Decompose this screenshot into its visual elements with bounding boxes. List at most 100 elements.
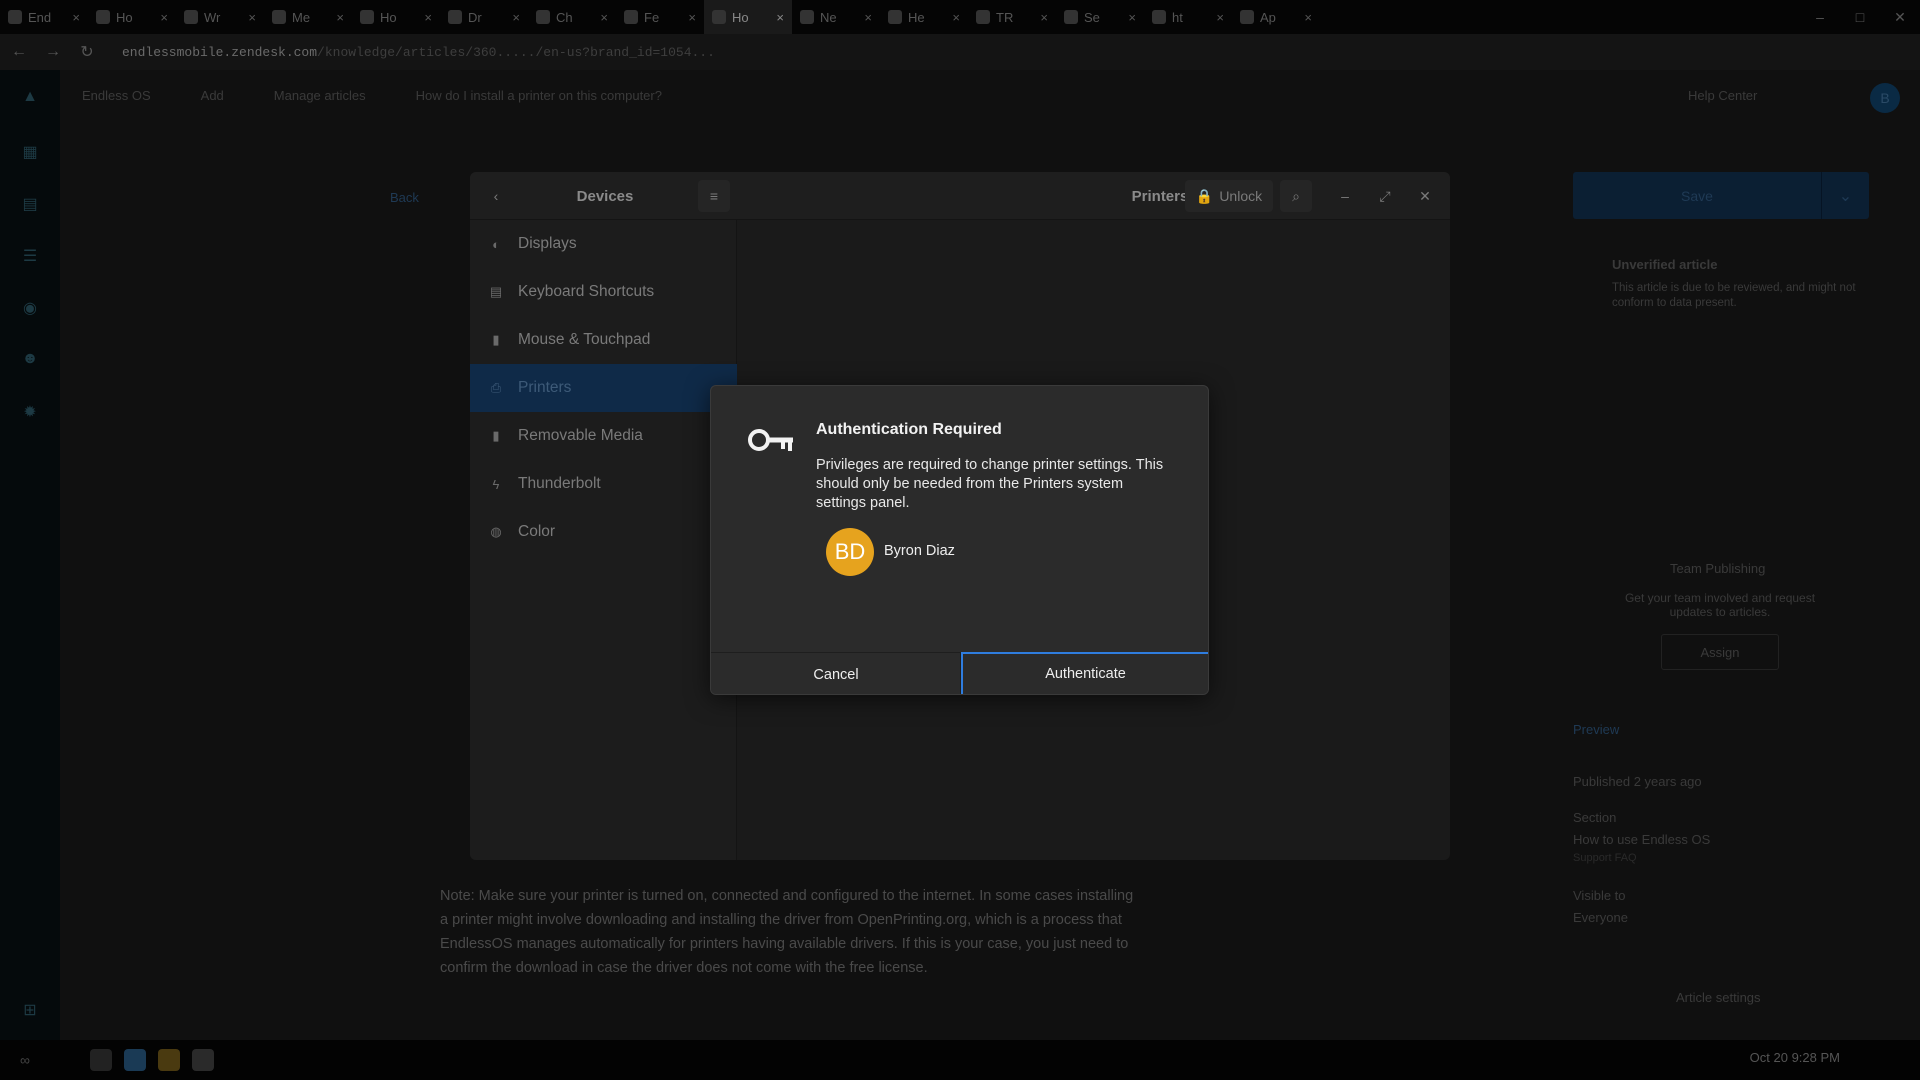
tab-close-icon[interactable]: × [688,10,696,25]
authentication-dialog: Authentication Required Privileges are r… [710,385,1209,695]
breadcrumb-item[interactable]: Endless OS [82,88,151,103]
browser-tab[interactable]: Ch × [528,0,616,34]
list-icon[interactable]: ☰ [20,246,40,266]
browser-tab[interactable]: Wr × [176,0,264,34]
article-note: Note: Make sure your printer is turned o… [440,888,1134,976]
browser-tab[interactable]: Fe × [616,0,704,34]
authenticate-button[interactable]: Authenticate [961,652,1208,694]
app-icon-files[interactable] [158,1049,180,1071]
sidebar-item[interactable]: ϟ Thunderbolt [470,460,737,508]
app-icon-gear[interactable] [192,1049,214,1071]
minimize-icon[interactable]: – [1330,180,1360,212]
tab-favicon-icon [1152,10,1166,24]
tab-close-icon[interactable]: × [72,10,80,25]
avatar[interactable]: B [1870,83,1900,113]
forward-arrow-icon[interactable]: → [38,37,68,67]
tab-close-icon[interactable]: × [1216,10,1224,25]
help-center-link[interactable]: Help Center [1688,88,1757,103]
dashboard-icon[interactable]: ▦ [20,142,40,162]
browser-tab[interactable]: Ho × [88,0,176,34]
search-icon[interactable]: ⌕ [1280,180,1312,212]
visible-value[interactable]: Everyone [1573,910,1628,925]
tab-favicon-icon [1240,10,1254,24]
tab-label: Ho [116,9,133,25]
tab-close-icon[interactable]: × [952,10,960,25]
tab-close-icon[interactable]: × [248,10,256,25]
browser-tab[interactable]: ht × [1144,0,1232,34]
address-bar: ← → ↻ endlessmobile.zendesk.com/knowledg… [0,34,1920,70]
back-arrow-icon[interactable]: ← [4,37,34,67]
tab-label: Me [292,9,311,25]
tab-favicon-icon [976,10,990,24]
browser-tab[interactable]: Ne × [792,0,880,34]
panel-title: Devices [576,187,634,205]
sidebar-item[interactable]: ▤ Keyboard Shortcuts [470,268,737,316]
browser-tab[interactable]: Me × [264,0,352,34]
breadcrumb-item[interactable]: Manage articles [274,88,366,103]
usb-icon: ▮ [492,428,500,443]
minimize-window-button[interactable]: – [1800,0,1840,34]
url-field[interactable]: endlessmobile.zendesk.com/knowledge/arti… [122,45,715,60]
tab-label: Dr [468,9,482,25]
sidebar-item[interactable]: ▮ Mouse & Touchpad [470,316,737,364]
browser-tab-bar: End × Ho × Wr × Me × Ho × Dr × Ch × Fe × Ho × Ne × He × TR × Se ×… [0,0,1920,34]
article-settings-link[interactable]: Article settings [1676,990,1761,1005]
key-icon [748,429,793,451]
sidebar-item[interactable]: ◍ Color [470,508,737,556]
tab-close-icon[interactable]: × [776,10,784,25]
browser-tab[interactable]: Se × [1056,0,1144,34]
breadcrumb-item[interactable]: Add [201,88,224,103]
tab-close-icon[interactable]: × [1128,10,1136,25]
assign-button[interactable]: Assign [1661,634,1779,670]
book-icon[interactable]: ▤ [20,194,40,214]
tab-favicon-icon [712,10,726,24]
sidebar-item[interactable]: ◐ Displays [470,220,737,268]
keyboard-icon: ▤ [489,284,503,299]
tab-close-icon[interactable]: × [160,10,168,25]
browser-tab[interactable]: End × [0,0,88,34]
sidebar-item[interactable]: ▮ Removable Media [470,412,737,460]
browser-tab[interactable]: Ho × [704,0,792,34]
browser-tab[interactable]: Dr × [440,0,528,34]
apps-icon[interactable]: ⊞ [20,1000,40,1020]
tab-label: Fe [644,9,660,25]
hamburger-menu-icon[interactable]: ≡ [698,180,730,212]
tab-close-icon[interactable]: × [600,10,608,25]
tab-close-icon[interactable]: × [1040,10,1048,25]
tab-close-icon[interactable]: × [864,10,872,25]
maximize-icon[interactable]: ⤢ [1370,180,1400,212]
unlock-button[interactable]: 🔒 Unlock [1185,180,1273,212]
eye-icon[interactable]: ◉ [20,298,40,318]
browser-tab[interactable]: Ho × [352,0,440,34]
preview-link[interactable]: Preview [1573,722,1619,737]
tab-close-icon[interactable]: × [1304,10,1312,25]
tab-close-icon[interactable]: × [424,10,432,25]
chevron-down-icon[interactable]: ⌄ [1821,172,1869,219]
browser-tab[interactable]: He × [880,0,968,34]
cancel-button[interactable]: Cancel [711,652,961,694]
back-link[interactable]: Back [390,190,419,205]
app-icon-settings[interactable] [90,1049,112,1071]
window-controls: – □ ✕ [1800,0,1920,34]
tab-close-icon[interactable]: × [336,10,344,25]
endless-logo-icon[interactable]: ∞ [20,1052,50,1068]
save-button[interactable]: Save ⌄ [1573,172,1869,219]
reload-icon[interactable]: ↻ [72,37,102,67]
browser-tab[interactable]: TR × [968,0,1056,34]
gear-icon[interactable]: ✹ [20,402,40,422]
users-icon[interactable]: ☻ [20,350,40,370]
tab-favicon-icon [888,10,902,24]
browser-tab[interactable]: Ap × [1232,0,1320,34]
tab-close-icon[interactable]: × [512,10,520,25]
breadcrumb-item[interactable]: How do I install a printer on this compu… [416,88,662,103]
user-name: Byron Diaz [884,543,955,559]
tab-label: TR [996,9,1014,25]
close-window-button[interactable]: ✕ [1880,0,1920,34]
maximize-window-button[interactable]: □ [1840,0,1880,34]
section-value[interactable]: How to use Endless OS [1573,832,1710,847]
sidebar-item[interactable]: ⎙ Printers [470,364,737,412]
tab-label: Ne [820,9,837,25]
app-icon-chrome[interactable] [124,1049,146,1071]
back-chevron-icon[interactable]: ‹ [480,180,512,212]
close-icon[interactable]: ✕ [1410,180,1440,212]
